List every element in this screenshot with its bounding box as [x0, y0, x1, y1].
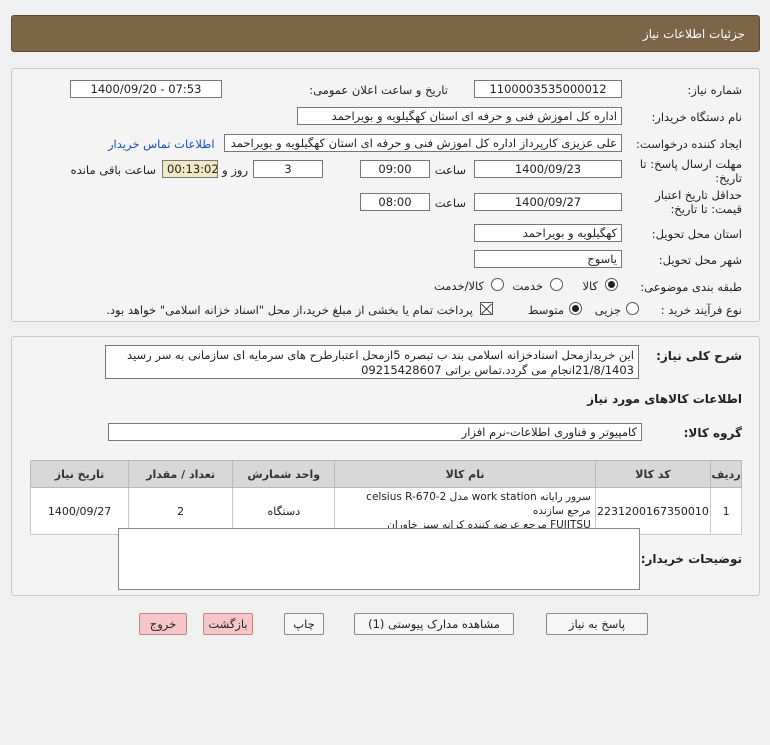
city-label: شهر محل تحویل:	[658, 253, 742, 267]
page-title: جزئیات اطلاعات نیاز	[642, 27, 745, 41]
announce-datetime-field: 1400/09/20 - 07:53	[70, 80, 222, 98]
print-button[interactable]: چاپ	[284, 613, 324, 635]
attachments-button[interactable]: مشاهده مدارک پیوستی (1)	[354, 613, 514, 635]
col-date: تاریخ نیاز	[29, 460, 130, 488]
deadline-date-field: 1400/09/23	[474, 160, 622, 178]
validity-time-label: ساعت	[434, 196, 466, 210]
buyer-notes-field	[118, 528, 640, 590]
buyer-org-field: اداره کل اموزش فنی و حرفه ای استان کهگیل…	[297, 107, 622, 125]
validity-label: حداقل تاریخ اعتبار	[655, 188, 742, 202]
category-option-both: کالا/خدمت	[433, 279, 484, 293]
cell-date: 1400/09/27	[29, 487, 130, 535]
general-desc-line-1: این خریدازمحل اسنادخزانه اسلامی بند ب تب…	[127, 348, 634, 362]
requester-label: ایجاد کننده درخواست:	[636, 137, 742, 151]
goods-info-heading: اطلاعات کالاهای مورد نیاز	[587, 392, 742, 406]
process-label: نوع فرآیند خرید :	[660, 303, 742, 317]
page-header: جزئیات اطلاعات نیاز	[11, 15, 760, 52]
back-button[interactable]: بازگشت	[203, 613, 253, 635]
goods-table-header: ردیف کد کالا نام کالا واحد شمارش تعداد /…	[29, 460, 742, 488]
requester-field: علی عزیزی کارپرداز اداره کل اموزش فنی و …	[224, 134, 622, 152]
deadline-label: مهلت ارسال پاسخ: تا	[639, 157, 742, 171]
deadline-time-field: 09:00	[360, 160, 430, 178]
process-radio-minor[interactable]	[626, 302, 639, 315]
col-unit: واحد شمارش	[232, 460, 336, 488]
category-option-goods: کالا	[582, 279, 598, 293]
general-desc-field: این خریدازمحل اسنادخزانه اسلامی بند ب تب…	[105, 345, 639, 379]
goods-table: ردیف کد کالا نام کالا واحد شمارش تعداد /…	[29, 460, 742, 535]
buyer-org-label: نام دستگاه خریدار:	[651, 110, 742, 124]
days-field: 3	[253, 160, 323, 178]
category-radio-both[interactable]	[491, 278, 504, 291]
buyer-notes-label: توضیحات خریدار:	[640, 552, 742, 566]
days-label: روز و	[222, 163, 248, 177]
deadline-time-label: ساعت	[434, 163, 466, 177]
validity-label-date: قیمت: تا تاریخ:	[670, 202, 742, 216]
goods-group-field: کامپیوتر و فناوری اطلاعات-نرم افزار	[108, 423, 642, 441]
process-radio-medium[interactable]	[569, 302, 582, 315]
reply-button[interactable]: پاسخ به نیاز	[546, 613, 648, 635]
need-number-field: 1100003535000012	[474, 80, 622, 98]
announce-label: تاریخ و ساعت اعلان عمومی:	[309, 83, 448, 97]
process-option-minor: جزیی	[594, 303, 621, 317]
province-label: استان محل تحویل:	[651, 227, 742, 241]
remaining-time-field: 00:13:02	[162, 160, 218, 178]
category-radio-goods[interactable]	[605, 278, 618, 291]
cell-name-line-1: سرور رایانه work station مدل celsius R-6…	[366, 491, 591, 517]
validity-time-field: 08:00	[360, 193, 430, 211]
exit-button[interactable]: خروج	[139, 613, 187, 635]
process-option-medium: متوسط	[527, 303, 564, 317]
category-option-service: خدمت	[512, 279, 543, 293]
deadline-label-date: تاریخ:	[715, 171, 742, 185]
city-field: یاسوج	[474, 250, 622, 268]
col-qty: تعداد / مقدار	[128, 460, 234, 488]
treasury-checkbox[interactable]	[480, 302, 493, 315]
col-code: کد کالا	[594, 460, 712, 488]
buyer-contact-link[interactable]: اطلاعات تماس خریدار	[108, 137, 215, 151]
category-label: طبقه بندی موضوعی:	[640, 280, 742, 294]
cell-row: 1	[710, 487, 742, 535]
col-name: نام کالا	[334, 460, 596, 488]
province-field: کهگیلویه و بویراحمد	[474, 224, 622, 242]
remaining-label: ساعت باقی مانده	[70, 163, 156, 177]
general-desc-label: شرح کلی نیاز:	[656, 349, 742, 363]
general-desc-line-2: 21/8/1403انجام می گردد.تماس براتی 092154…	[361, 363, 634, 377]
category-radio-service[interactable]	[550, 278, 563, 291]
goods-group-label: گروه کالا:	[683, 426, 742, 440]
need-number-label: شماره نیاز:	[687, 83, 742, 97]
col-row: ردیف	[710, 460, 742, 488]
validity-date-field: 1400/09/27	[474, 193, 622, 211]
treasury-text: پرداخت تمام یا بخشی از مبلغ خرید،از محل …	[106, 303, 473, 317]
